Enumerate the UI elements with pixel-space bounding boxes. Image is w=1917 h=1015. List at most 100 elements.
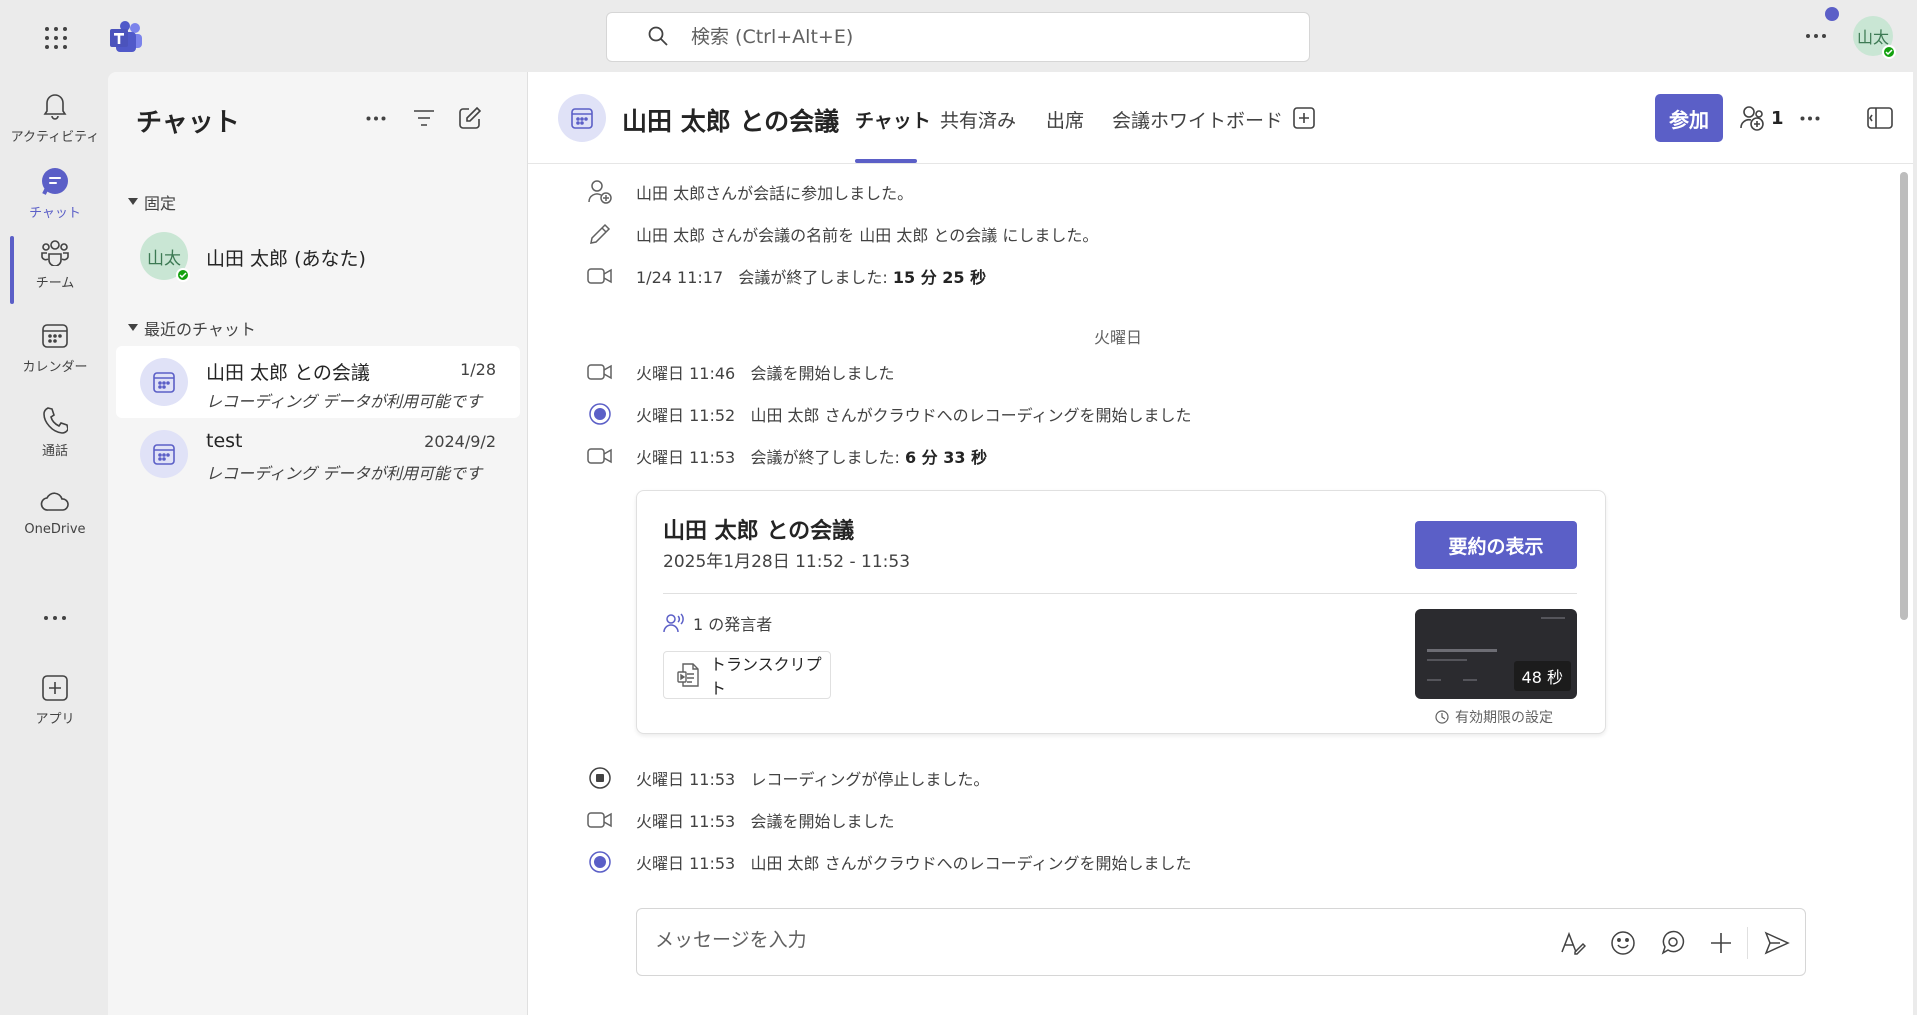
rail-item-onedrive[interactable]: OneDrive	[4, 474, 106, 552]
search-icon	[647, 25, 671, 49]
record-icon	[586, 400, 614, 428]
rail-label-calls: 通話	[41, 444, 68, 459]
event-desc: 会議が終了しました:	[738, 268, 888, 287]
rail-item-chat[interactable]: チャット	[4, 154, 106, 232]
message-composer	[636, 908, 1806, 976]
add-people-icon	[1739, 105, 1767, 131]
profile-avatar[interactable]: 山太	[1853, 16, 1896, 59]
notification-dot	[1825, 7, 1839, 21]
speaker-icon	[663, 613, 685, 633]
calendar-icon	[152, 442, 176, 466]
loop-icon[interactable]	[1657, 927, 1689, 959]
video-camera-icon	[586, 262, 614, 290]
event-text: 火曜日 11:53 会議を開始しました	[636, 808, 894, 832]
send-icon[interactable]	[1761, 927, 1793, 959]
rail-label-onedrive: OneDrive	[24, 522, 86, 537]
chat-date: 2024/9/2	[424, 432, 496, 451]
rail-label-activity: アクティビティ	[10, 130, 100, 145]
tab-shared[interactable]: 共有済み	[940, 106, 1016, 133]
rail-label-chat: チャット	[29, 206, 81, 221]
pinned-chat-row[interactable]: 山太 山田 太郎 (あなた)	[116, 220, 520, 292]
expiry-setting[interactable]: 有効期限の設定	[1435, 707, 1553, 727]
chat-more-icon[interactable]	[358, 100, 394, 136]
pinned-label: 固定	[144, 194, 177, 213]
thumb-corner-line	[1541, 617, 1565, 619]
event-desc: 会議が終了しました:	[750, 448, 900, 467]
event-time: 火曜日 11:52	[636, 406, 736, 425]
plus-icon[interactable]	[1705, 927, 1737, 959]
header-more-icon[interactable]	[1792, 100, 1828, 136]
event-time: 1/24 11:17	[636, 268, 724, 287]
event-desc: 会議を開始しました	[750, 812, 895, 831]
pencil-icon	[586, 220, 614, 248]
filter-icon[interactable]	[406, 100, 442, 136]
rail-item-teams[interactable]: チーム	[4, 224, 106, 302]
format-icon[interactable]	[1557, 927, 1589, 959]
app-launcher-icon[interactable]	[40, 22, 72, 54]
add-app-icon	[39, 672, 71, 704]
rail-more-apps[interactable]	[4, 598, 106, 638]
recap-title: 山田 太郎 との会議	[663, 519, 855, 544]
more-options-icon[interactable]	[1798, 22, 1834, 50]
video-camera-icon	[586, 806, 614, 834]
transcript-label: トランスクリプト	[710, 655, 822, 698]
participants-button[interactable]: 1	[1739, 98, 1784, 138]
event-desc: 山田 太郎 さんがクラウドへのレコーディングを開始しました	[750, 406, 1192, 425]
tab-chat[interactable]: チャット	[855, 106, 931, 133]
side-panel-icon[interactable]	[1862, 100, 1898, 136]
meeting-avatar	[558, 94, 606, 142]
tab-attendance[interactable]: 出席	[1046, 106, 1084, 133]
rail-item-apps[interactable]: アプリ	[4, 660, 106, 738]
transcript-chip[interactable]: トランスクリプト	[663, 651, 831, 699]
rail-item-calls[interactable]: 通話	[4, 392, 106, 470]
transcript-icon	[676, 662, 702, 688]
event-time: 火曜日 11:53	[636, 448, 736, 467]
event-text: 山田 太郎さんが会話に参加しました。	[636, 184, 914, 203]
bell-icon	[39, 90, 71, 122]
chat-list-panel: チャット 固定 山太 山田 太郎 (あなた) 最近のチャット 山田 太郎 との会…	[108, 72, 528, 1015]
event-text: 1/24 11:17 会議が終了しました: 15 分 25 秒	[636, 264, 986, 288]
event-time: 火曜日 11:53	[636, 812, 736, 831]
pinned-section-header[interactable]: 固定	[128, 190, 176, 214]
new-chat-icon[interactable]	[452, 100, 488, 136]
meeting-recap-card: 山田 太郎 との会議 2025年1月28日 11:52 - 11:53 要約の表…	[636, 490, 1606, 734]
event-time: 火曜日 11:53	[636, 854, 736, 873]
tab-whiteboard[interactable]: 会議ホワイトボード	[1112, 106, 1283, 133]
recording-thumbnail[interactable]: 48 秒	[1415, 609, 1577, 699]
chat-preview: レコーディング データが利用可能です	[206, 392, 482, 411]
thumb-subtitle-line	[1427, 659, 1467, 661]
message-input[interactable]	[655, 929, 1455, 951]
event-text: 火曜日 11:52 山田 太郎 さんがクラウドへのレコーディングを開始しました	[636, 402, 1192, 426]
view-summary-button[interactable]: 要約の表示	[1415, 521, 1577, 569]
rail-item-calendar[interactable]: カレンダー	[4, 308, 106, 386]
search-input[interactable]	[691, 26, 1251, 48]
event-duration: 6 分 33 秒	[904, 448, 988, 467]
search-box[interactable]	[606, 12, 1310, 62]
event-text: 火曜日 11:53 山田 太郎 さんがクラウドへのレコーディングを開始しました	[636, 850, 1192, 874]
scrollbar[interactable]	[1900, 172, 1908, 620]
join-button[interactable]: 参加	[1655, 94, 1723, 142]
speakers-info: 1 の発言者	[663, 611, 772, 635]
thumb-caption-line	[1463, 679, 1477, 681]
divider	[663, 593, 1577, 594]
teams-icon	[39, 236, 71, 268]
chat-row-meeting[interactable]: 山田 太郎 との会議 1/28 レコーディング データが利用可能です	[116, 346, 520, 418]
day-divider: 火曜日	[1094, 328, 1143, 347]
recent-label: 最近のチャット	[144, 320, 256, 339]
rail-label-calendar: カレンダー	[22, 360, 88, 375]
chat-row-test[interactable]: test 2024/9/2 レコーディング データが利用可能です	[116, 418, 520, 490]
add-tab-icon[interactable]	[1286, 100, 1322, 136]
active-tab-indicator	[855, 159, 917, 163]
rail-item-activity[interactable]: アクティビティ	[4, 78, 106, 156]
recent-section-header[interactable]: 最近のチャット	[128, 316, 256, 340]
chat-preview: レコーディング データが利用可能です	[206, 464, 482, 483]
chat-panel-title: チャット	[136, 108, 240, 138]
profile-initials: 山太	[1856, 28, 1889, 47]
emoji-icon[interactable]	[1607, 927, 1639, 959]
cloud-icon	[39, 486, 71, 518]
recap-time: 2025年1月28日 11:52 - 11:53	[663, 552, 911, 572]
chat-date: 1/28	[460, 360, 496, 379]
avatar: 山太	[140, 232, 190, 282]
stop-record-icon	[586, 764, 614, 792]
video-camera-icon	[586, 358, 614, 386]
